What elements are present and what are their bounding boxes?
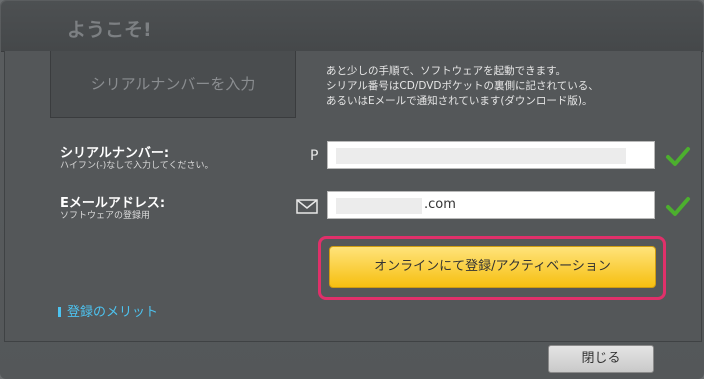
link-marker (58, 307, 61, 317)
serial-hint: ハイフン(-)なしで入力してください。 (60, 161, 214, 171)
instructions-line: あるいはEメールで通知されています(ダウンロード版)。 (326, 95, 593, 107)
redacted-text (336, 148, 626, 164)
checkmark-icon (666, 147, 690, 166)
register-activate-button[interactable]: オンラインにて登録/アクティベーション (329, 246, 656, 288)
merit-link-label: 登録のメリット (67, 305, 159, 320)
registration-merit-link[interactable]: 登録のメリット (58, 301, 158, 320)
redacted-text (336, 198, 422, 214)
dialog-title: ようこそ! (67, 19, 152, 41)
title-bar: ようこそ! (1, 1, 703, 52)
checkmark-icon (666, 197, 690, 216)
email-hint: ソフトウェアの登録用 (60, 211, 151, 221)
email-value: .com (424, 197, 456, 212)
instructions-line: あと少しの手順で、ソフトウェアを起動できます。 (326, 65, 567, 77)
welcome-dialog: ようこそ! シリアルナンバーを入力 あと少しの手順で、ソフトウェアを起動できます… (0, 0, 704, 379)
serial-prefix: P (310, 148, 319, 164)
email-input[interactable]: .com (327, 191, 655, 219)
serial-input[interactable] (327, 141, 655, 169)
tab-serial-entry[interactable]: シリアルナンバーを入力 (50, 51, 296, 118)
envelope-icon (296, 199, 318, 214)
tab-label: シリアルナンバーを入力 (90, 75, 256, 93)
instructions-text: あと少しの手順で、ソフトウェアを起動できます。 シリアル番号はCD/DVDポケッ… (326, 64, 599, 109)
instructions-line: シリアル番号はCD/DVDポケットの裏側に記されている、 (326, 80, 599, 92)
close-button[interactable]: 閉じる (548, 345, 654, 373)
